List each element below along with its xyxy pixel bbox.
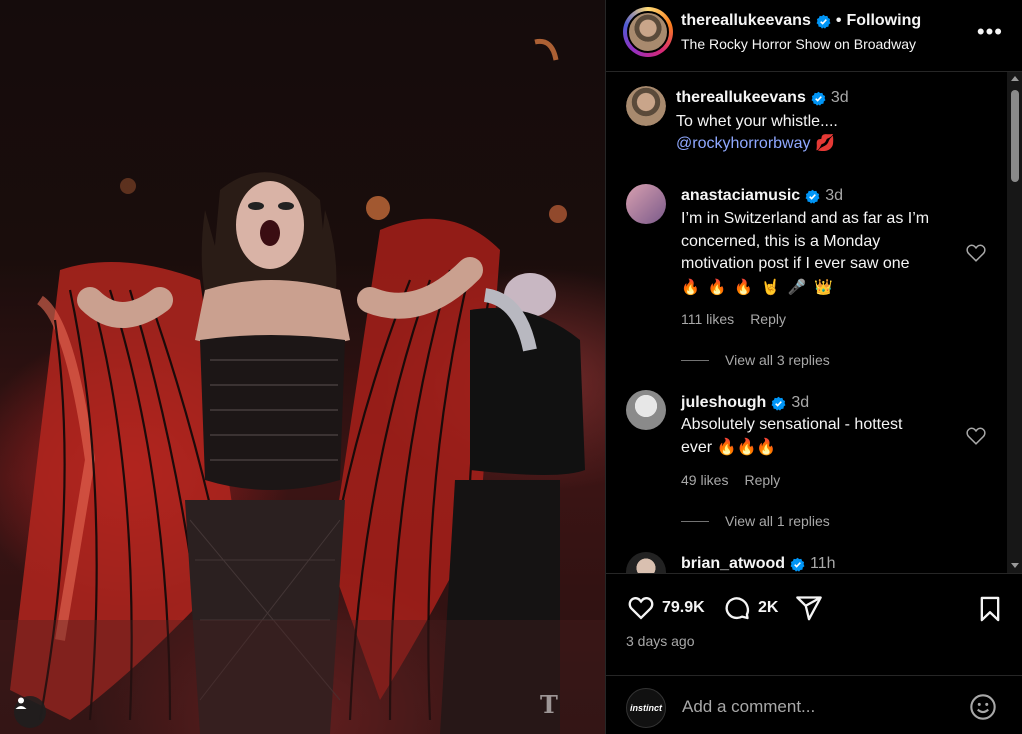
verified-badge-icon	[805, 189, 820, 204]
reply-button[interactable]: Reply	[744, 472, 780, 488]
caption-username[interactable]: thereallukeevans	[676, 89, 806, 107]
comment-input[interactable]	[682, 694, 952, 720]
scroll-thumb[interactable]	[1011, 90, 1019, 182]
comments-section[interactable]: thereallukeevans 3d To whet your whistle…	[606, 72, 1022, 574]
view-replies-row[interactable]: View all 1 replies	[681, 513, 830, 529]
post-side-panel: thereallukeevans • Following The Rocky H…	[605, 0, 1022, 734]
verified-badge-icon	[816, 14, 831, 29]
comment-emoji-line: 🔥🔥🔥🤘🎤👑	[681, 278, 842, 296]
replies-divider	[681, 359, 709, 361]
performer-illustration	[0, 38, 605, 734]
post-media[interactable]: T	[0, 0, 605, 734]
comment-text-line: ever 🔥🔥🔥	[681, 439, 777, 456]
comment-username[interactable]: brian_atwood	[681, 555, 785, 573]
comments-count[interactable]: 2K	[758, 599, 778, 617]
comment-text-line: Absolutely sensational - hottest	[681, 416, 903, 433]
comment-time: 3d	[791, 394, 810, 411]
comment-group: 2K	[722, 594, 778, 622]
caption-author: thereallukeevans 3d	[676, 89, 849, 107]
comment-time: 11h	[810, 555, 836, 572]
more-options-button[interactable]: •••	[977, 21, 1003, 43]
comment-time: 3d	[825, 187, 843, 204]
replies-divider	[681, 520, 709, 522]
comment-author: juleshough 3d	[681, 394, 809, 412]
author-line: thereallukeevans • Following	[681, 12, 921, 30]
add-comment-bar: instinct	[606, 675, 1022, 734]
comment-likes[interactable]: 111 likes	[681, 311, 734, 327]
heart-icon[interactable]	[626, 594, 656, 622]
comment-avatar[interactable]	[626, 390, 666, 430]
comment-username[interactable]: anastaciamusic	[681, 187, 800, 205]
verified-badge-icon	[811, 91, 826, 106]
scroll-down-arrow[interactable]	[1011, 563, 1019, 568]
emoji-icon[interactable]	[969, 693, 997, 721]
comment-text-line: I’m in Switzerland and as far as I’m	[681, 210, 930, 227]
header-separator: •	[835, 12, 842, 29]
scroll-up-arrow[interactable]	[1011, 76, 1019, 81]
post-actions: 79.9K 2K 3 days ago	[606, 575, 1022, 675]
comment-avatar[interactable]	[626, 552, 666, 573]
comment-author: anastaciamusic 3d	[681, 187, 843, 205]
comment-username[interactable]: juleshough	[681, 394, 766, 412]
user-tag-icon	[15, 697, 27, 709]
caption-mention-line: @rockyhorrorbway 💋	[676, 133, 835, 155]
bookmark-icon[interactable]	[976, 594, 1004, 624]
caption-text: To whet your whistle....	[676, 113, 838, 130]
view-replies-row[interactable]: View all 3 replies	[681, 352, 830, 368]
current-user-avatar[interactable]: instinct	[626, 688, 666, 728]
comment-text-line: motivation post if I ever saw one	[681, 255, 910, 272]
comment-meta: 111 likes Reply	[681, 311, 786, 327]
caption-time: 3d	[830, 89, 849, 106]
comment-text-line: concerned, this is a Monday	[681, 233, 881, 250]
verified-badge-icon	[790, 557, 805, 572]
comments-scrollbar[interactable]	[1007, 72, 1022, 573]
like-group: 79.9K	[626, 594, 705, 622]
post-time-ago: 3 days ago	[626, 633, 695, 649]
share-icon[interactable]	[794, 594, 824, 622]
watermark-logo: T	[540, 690, 558, 719]
view-replies-link[interactable]: View all 3 replies	[725, 352, 830, 368]
author-username[interactable]: thereallukeevans	[681, 12, 811, 30]
comment-meta: 49 likes Reply	[681, 472, 780, 488]
caption-emoji: 💋	[814, 135, 835, 152]
post-header: thereallukeevans • Following The Rocky H…	[606, 0, 1022, 72]
author-avatar	[627, 11, 669, 53]
likes-count[interactable]: 79.9K	[662, 599, 705, 617]
comment-author: brian_atwood 11h	[681, 555, 836, 573]
comment-likes[interactable]: 49 likes	[681, 472, 728, 488]
heart-icon[interactable]	[965, 242, 987, 264]
user-tag-button[interactable]	[14, 696, 46, 728]
following-button[interactable]: Following	[846, 12, 921, 30]
reply-button[interactable]: Reply	[750, 311, 786, 327]
caption-mention-link[interactable]: @rockyhorrorbway	[676, 135, 811, 152]
author-avatar-ring[interactable]	[623, 7, 673, 57]
verified-badge-icon	[771, 396, 786, 411]
heart-icon[interactable]	[965, 425, 987, 447]
comment-avatar[interactable]	[626, 184, 666, 224]
comment-icon[interactable]	[722, 594, 752, 622]
caption-avatar[interactable]	[626, 86, 666, 126]
post-location[interactable]: The Rocky Horror Show on Broadway	[681, 36, 916, 52]
view-replies-link[interactable]: View all 1 replies	[725, 513, 830, 529]
